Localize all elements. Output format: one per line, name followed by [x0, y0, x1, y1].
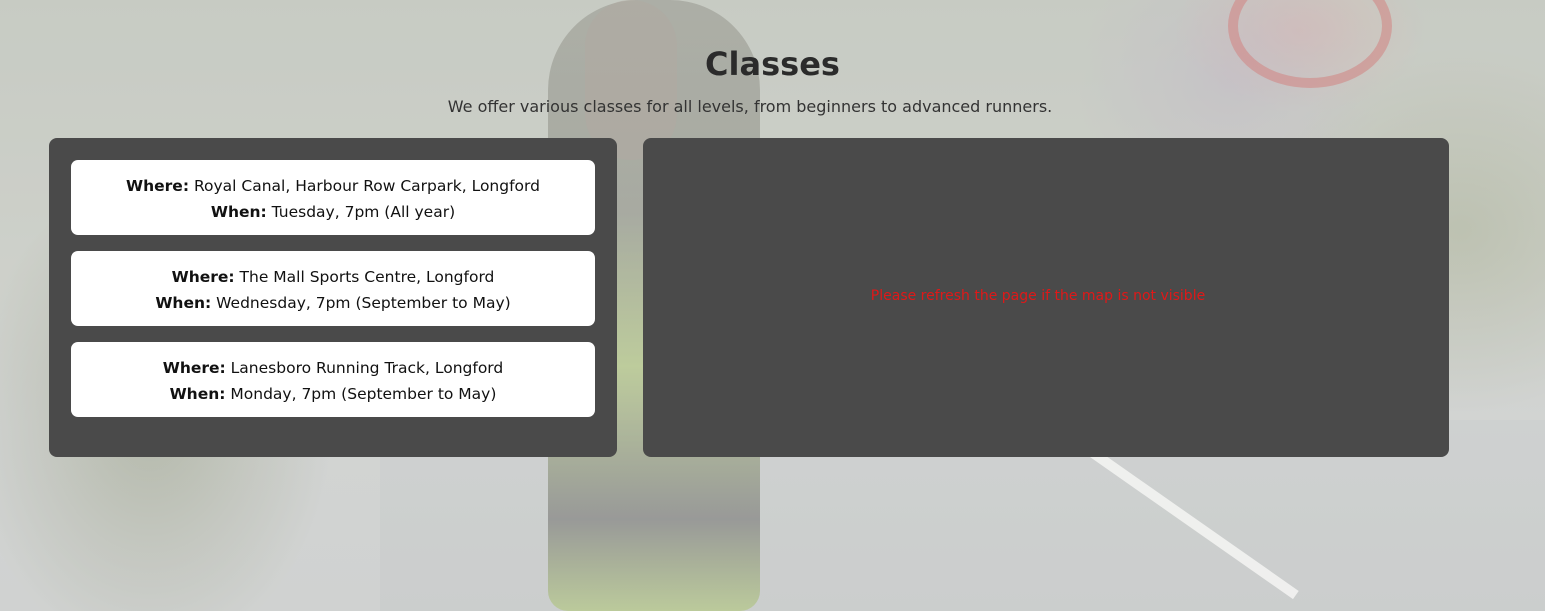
classes-list-panel: Where: Royal Canal, Harbour Row Carpark,…: [49, 138, 617, 457]
class-when: When: Wednesday, 7pm (September to May): [71, 290, 595, 316]
where-label: Where:: [126, 177, 190, 195]
class-card: Where: Lanesboro Running Track, Longford…: [71, 342, 595, 417]
class-where: Where: The Mall Sports Centre, Longford: [71, 264, 595, 290]
where-value: Lanesboro Running Track, Longford: [230, 359, 504, 377]
page-subtitle: We offer various classes for all levels,…: [447, 97, 1053, 116]
where-label: Where:: [171, 268, 235, 286]
page-title: Classes: [705, 45, 840, 83]
when-label: When:: [155, 294, 212, 312]
when-label: When:: [169, 385, 226, 403]
when-value: Wednesday, 7pm (September to May): [216, 294, 511, 312]
map-panel[interactable]: Please refresh the page if the map is no…: [643, 138, 1449, 457]
class-card: Where: Royal Canal, Harbour Row Carpark,…: [71, 160, 595, 235]
class-when: When: Tuesday, 7pm (All year): [71, 199, 595, 225]
class-card: Where: The Mall Sports Centre, Longford …: [71, 251, 595, 326]
classes-section: Classes We offer various classes for all…: [0, 0, 1545, 611]
where-value: The Mall Sports Centre, Longford: [239, 268, 495, 286]
when-value: Monday, 7pm (September to May): [230, 385, 497, 403]
when-label: When:: [210, 203, 267, 221]
where-value: Royal Canal, Harbour Row Carpark, Longfo…: [193, 177, 540, 195]
where-label: Where:: [162, 359, 226, 377]
map-refresh-notice: Please refresh the page if the map is no…: [870, 288, 1206, 304]
class-where: Where: Lanesboro Running Track, Longford: [71, 355, 595, 381]
class-when: When: Monday, 7pm (September to May): [71, 381, 595, 407]
class-where: Where: Royal Canal, Harbour Row Carpark,…: [71, 173, 595, 199]
when-value: Tuesday, 7pm (All year): [271, 203, 456, 221]
